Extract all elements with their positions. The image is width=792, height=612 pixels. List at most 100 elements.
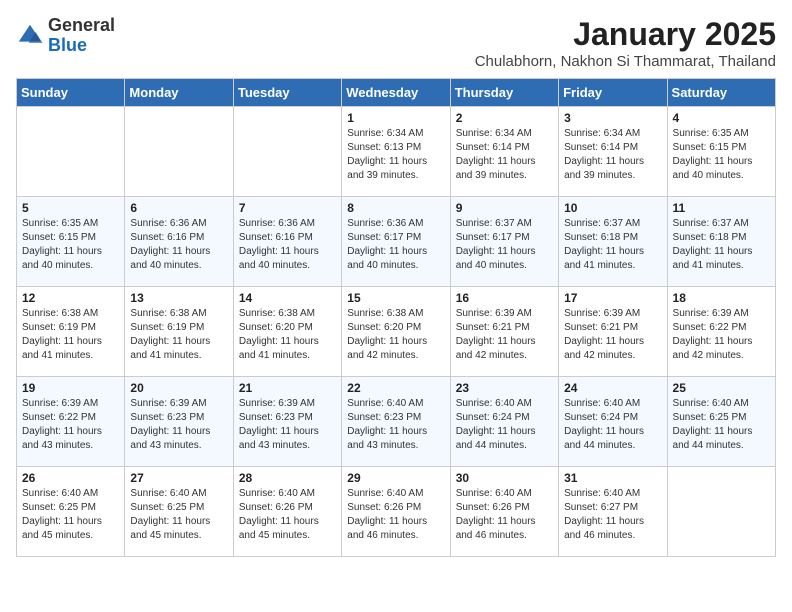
calendar-cell: 28 Sunrise: 6:40 AMSunset: 6:26 PMDayligh… [233, 467, 341, 557]
day-number: 23 [456, 381, 553, 395]
day-number: 21 [239, 381, 336, 395]
calendar-header-row: SundayMondayTuesdayWednesdayThursdayFrid… [17, 79, 776, 107]
day-info: Sunrise: 6:38 AMSunset: 6:19 PMDaylight:… [130, 307, 227, 363]
day-info: Sunrise: 6:34 AMSunset: 6:14 PMDaylight:… [564, 127, 661, 183]
day-number: 14 [239, 291, 336, 305]
day-number: 3 [564, 111, 661, 125]
main-title: January 2025 [475, 16, 776, 53]
week-row-3: 12 Sunrise: 6:38 AMSunset: 6:19 PMDayligh… [17, 287, 776, 377]
day-number: 19 [22, 381, 119, 395]
calendar-cell: 1 Sunrise: 6:34 AMSunset: 6:13 PMDaylight… [342, 107, 450, 197]
column-header-saturday: Saturday [667, 79, 775, 107]
logo-blue-text: Blue [48, 35, 87, 55]
day-info: Sunrise: 6:37 AMSunset: 6:18 PMDaylight:… [564, 217, 661, 273]
day-number: 20 [130, 381, 227, 395]
day-number: 2 [456, 111, 553, 125]
calendar-cell: 25Sunrise: 6:40 AMSunset: 6:25 PMDayligh… [667, 377, 775, 467]
calendar-cell [667, 467, 775, 557]
calendar-cell: 9 Sunrise: 6:37 AMSunset: 6:17 PMDaylight… [450, 197, 558, 287]
calendar-cell: 15 Sunrise: 6:38 AMSunset: 6:20 PMDayligh… [342, 287, 450, 377]
day-info: Sunrise: 6:34 AMSunset: 6:14 PMDaylight:… [456, 127, 553, 183]
day-number: 18 [673, 291, 770, 305]
title-block: January 2025 Chulabhorn, Nakhon Si Thamm… [475, 16, 776, 70]
day-info: Sunrise: 6:40 AMSunset: 6:26 PMDaylight:… [347, 487, 444, 543]
logo-general-text: General [48, 15, 115, 35]
day-number: 27 [130, 471, 227, 485]
logo: General Blue [16, 16, 115, 56]
day-number: 6 [130, 201, 227, 215]
day-number: 8 [347, 201, 444, 215]
day-info: Sunrise: 6:36 AMSunset: 6:17 PMDaylight:… [347, 217, 444, 273]
week-row-5: 26 Sunrise: 6:40 AMSunset: 6:25 PMDayligh… [17, 467, 776, 557]
day-info: Sunrise: 6:39 AMSunset: 6:21 PMDaylight:… [564, 307, 661, 363]
logo-icon [16, 22, 44, 50]
calendar-cell: 8 Sunrise: 6:36 AMSunset: 6:17 PMDaylight… [342, 197, 450, 287]
calendar-cell: 30Sunrise: 6:40 AMSunset: 6:26 PMDayligh… [450, 467, 558, 557]
day-number: 12 [22, 291, 119, 305]
day-info: Sunrise: 6:39 AMSunset: 6:22 PMDaylight:… [22, 397, 119, 453]
day-info: Sunrise: 6:40 AMSunset: 6:25 PMDaylight:… [130, 487, 227, 543]
calendar-cell: 23 Sunrise: 6:40 AMSunset: 6:24 PMDayligh… [450, 377, 558, 467]
day-number: 13 [130, 291, 227, 305]
day-info: Sunrise: 6:38 AMSunset: 6:20 PMDaylight:… [239, 307, 336, 363]
week-row-1: 1 Sunrise: 6:34 AMSunset: 6:13 PMDaylight… [17, 107, 776, 197]
day-number: 29 [347, 471, 444, 485]
calendar-cell: 6 Sunrise: 6:36 AMSunset: 6:16 PMDaylight… [125, 197, 233, 287]
column-header-monday: Monday [125, 79, 233, 107]
day-info: Sunrise: 6:37 AMSunset: 6:17 PMDaylight:… [456, 217, 553, 273]
day-number: 16 [456, 291, 553, 305]
calendar-cell: 21 Sunrise: 6:39 AMSunset: 6:23 PMDayligh… [233, 377, 341, 467]
day-number: 11 [673, 201, 770, 215]
day-info: Sunrise: 6:36 AMSunset: 6:16 PMDaylight:… [239, 217, 336, 273]
day-info: Sunrise: 6:37 AMSunset: 6:18 PMDaylight:… [673, 217, 770, 273]
day-number: 15 [347, 291, 444, 305]
day-number: 17 [564, 291, 661, 305]
day-number: 9 [456, 201, 553, 215]
day-info: Sunrise: 6:40 AMSunset: 6:24 PMDaylight:… [564, 397, 661, 453]
day-number: 31 [564, 471, 661, 485]
day-info: Sunrise: 6:35 AMSunset: 6:15 PMDaylight:… [673, 127, 770, 183]
calendar-cell: 5 Sunrise: 6:35 AMSunset: 6:15 PMDaylight… [17, 197, 125, 287]
calendar-table: SundayMondayTuesdayWednesdayThursdayFrid… [16, 78, 776, 557]
day-info: Sunrise: 6:40 AMSunset: 6:23 PMDaylight:… [347, 397, 444, 453]
column-header-thursday: Thursday [450, 79, 558, 107]
calendar-cell: 10Sunrise: 6:37 AMSunset: 6:18 PMDayligh… [559, 197, 667, 287]
day-number: 24 [564, 381, 661, 395]
calendar-cell: 26 Sunrise: 6:40 AMSunset: 6:25 PMDayligh… [17, 467, 125, 557]
day-number: 1 [347, 111, 444, 125]
day-info: Sunrise: 6:39 AMSunset: 6:21 PMDaylight:… [456, 307, 553, 363]
calendar-cell: 3 Sunrise: 6:34 AMSunset: 6:14 PMDaylight… [559, 107, 667, 197]
calendar-cell: 4Sunrise: 6:35 AMSunset: 6:15 PMDaylight… [667, 107, 775, 197]
calendar-cell: 27 Sunrise: 6:40 AMSunset: 6:25 PMDayligh… [125, 467, 233, 557]
calendar-cell: 16 Sunrise: 6:39 AMSunset: 6:21 PMDayligh… [450, 287, 558, 377]
calendar-cell: 14 Sunrise: 6:38 AMSunset: 6:20 PMDayligh… [233, 287, 341, 377]
day-number: 28 [239, 471, 336, 485]
day-info: Sunrise: 6:40 AMSunset: 6:27 PMDaylight:… [564, 487, 661, 543]
column-header-sunday: Sunday [17, 79, 125, 107]
day-number: 26 [22, 471, 119, 485]
day-info: Sunrise: 6:36 AMSunset: 6:16 PMDaylight:… [130, 217, 227, 273]
day-info: Sunrise: 6:40 AMSunset: 6:24 PMDaylight:… [456, 397, 553, 453]
day-info: Sunrise: 6:39 AMSunset: 6:23 PMDaylight:… [130, 397, 227, 453]
calendar-cell [233, 107, 341, 197]
calendar-cell: 19 Sunrise: 6:39 AMSunset: 6:22 PMDayligh… [17, 377, 125, 467]
day-info: Sunrise: 6:40 AMSunset: 6:26 PMDaylight:… [239, 487, 336, 543]
day-number: 5 [22, 201, 119, 215]
day-info: Sunrise: 6:38 AMSunset: 6:20 PMDaylight:… [347, 307, 444, 363]
day-info: Sunrise: 6:40 AMSunset: 6:25 PMDaylight:… [673, 397, 770, 453]
column-header-friday: Friday [559, 79, 667, 107]
calendar-cell: 24 Sunrise: 6:40 AMSunset: 6:24 PMDayligh… [559, 377, 667, 467]
subtitle: Chulabhorn, Nakhon Si Thammarat, Thailan… [475, 53, 776, 70]
calendar-cell: 20 Sunrise: 6:39 AMSunset: 6:23 PMDayligh… [125, 377, 233, 467]
day-info: Sunrise: 6:38 AMSunset: 6:19 PMDaylight:… [22, 307, 119, 363]
day-info: Sunrise: 6:39 AMSunset: 6:23 PMDaylight:… [239, 397, 336, 453]
day-info: Sunrise: 6:35 AMSunset: 6:15 PMDaylight:… [22, 217, 119, 273]
calendar-cell: 17 Sunrise: 6:39 AMSunset: 6:21 PMDayligh… [559, 287, 667, 377]
column-header-tuesday: Tuesday [233, 79, 341, 107]
calendar-cell: 31 Sunrise: 6:40 AMSunset: 6:27 PMDayligh… [559, 467, 667, 557]
day-info: Sunrise: 6:34 AMSunset: 6:13 PMDaylight:… [347, 127, 444, 183]
day-number: 30 [456, 471, 553, 485]
day-info: Sunrise: 6:40 AMSunset: 6:25 PMDaylight:… [22, 487, 119, 543]
calendar-cell: 12 Sunrise: 6:38 AMSunset: 6:19 PMDayligh… [17, 287, 125, 377]
calendar-cell: 11 Sunrise: 6:37 AMSunset: 6:18 PMDayligh… [667, 197, 775, 287]
